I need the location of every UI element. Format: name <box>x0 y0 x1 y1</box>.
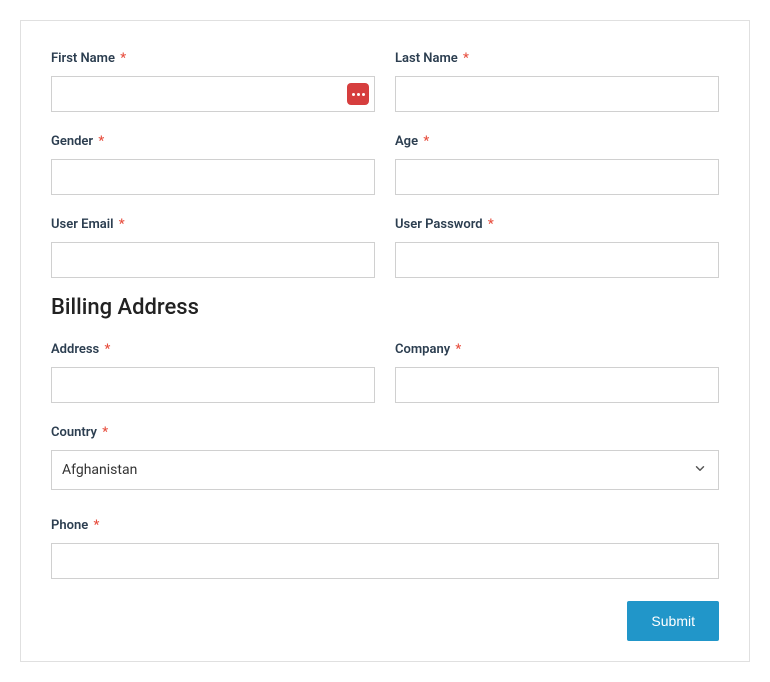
first-name-input[interactable] <box>51 76 375 112</box>
first-name-label: First Name * <box>51 51 375 66</box>
required-marker: * <box>455 342 461 357</box>
label-text: User Email <box>51 217 114 232</box>
required-marker: * <box>102 425 108 440</box>
required-marker: * <box>104 342 110 357</box>
user-email-input[interactable] <box>51 242 375 278</box>
label-text: Country <box>51 425 97 440</box>
user-email-field-group: User Email * <box>51 217 375 278</box>
country-select[interactable]: Afghanistan <box>51 450 719 490</box>
country-field-group: Country * Afghanistan <box>51 425 719 490</box>
address-field-group: Address * <box>51 342 375 403</box>
user-password-input[interactable] <box>395 242 719 278</box>
submit-button[interactable]: Submit <box>627 601 719 641</box>
input-action-icon[interactable] <box>347 83 369 105</box>
age-input[interactable] <box>395 159 719 195</box>
first-name-field-group: First Name * <box>51 51 375 112</box>
label-text: Company <box>395 342 450 357</box>
form-row: Address * Company * <box>51 342 719 403</box>
form-row: First Name * Last Name * <box>51 51 719 112</box>
required-marker: * <box>93 518 99 533</box>
age-field-group: Age * <box>395 134 719 195</box>
required-marker: * <box>488 217 494 232</box>
form-row: Gender * Age * <box>51 134 719 195</box>
address-label: Address * <box>51 342 375 357</box>
phone-label: Phone * <box>51 518 719 533</box>
section-title: Billing Address <box>51 295 719 320</box>
required-marker: * <box>120 51 126 66</box>
user-password-field-group: User Password * <box>395 217 719 278</box>
label-text: Gender <box>51 134 93 149</box>
age-label: Age * <box>395 134 719 149</box>
gender-field-group: Gender * <box>51 134 375 195</box>
address-input[interactable] <box>51 367 375 403</box>
country-label: Country * <box>51 425 719 440</box>
last-name-input[interactable] <box>395 76 719 112</box>
input-wrapper <box>51 76 375 112</box>
label-text: Phone <box>51 518 88 533</box>
required-marker: * <box>119 217 125 232</box>
last-name-label: Last Name * <box>395 51 719 66</box>
label-text: User Password <box>395 217 483 232</box>
required-marker: * <box>463 51 469 66</box>
form-row: User Email * User Password * <box>51 217 719 278</box>
phone-input[interactable] <box>51 543 719 579</box>
label-text: Age <box>395 134 418 149</box>
user-email-label: User Email * <box>51 217 375 232</box>
company-input[interactable] <box>395 367 719 403</box>
user-password-label: User Password * <box>395 217 719 232</box>
form-container: First Name * Last Name * Gender * <box>20 20 750 662</box>
gender-input[interactable] <box>51 159 375 195</box>
form-actions: Submit <box>51 601 719 641</box>
country-selected-value: Afghanistan <box>62 462 137 478</box>
company-field-group: Company * <box>395 342 719 403</box>
required-marker: * <box>98 134 104 149</box>
select-wrapper: Afghanistan <box>51 450 719 490</box>
phone-field-group: Phone * <box>51 518 719 579</box>
company-label: Company * <box>395 342 719 357</box>
label-text: First Name <box>51 51 115 66</box>
label-text: Address <box>51 342 99 357</box>
label-text: Last Name <box>395 51 458 66</box>
last-name-field-group: Last Name * <box>395 51 719 112</box>
required-marker: * <box>423 134 429 149</box>
gender-label: Gender * <box>51 134 375 149</box>
